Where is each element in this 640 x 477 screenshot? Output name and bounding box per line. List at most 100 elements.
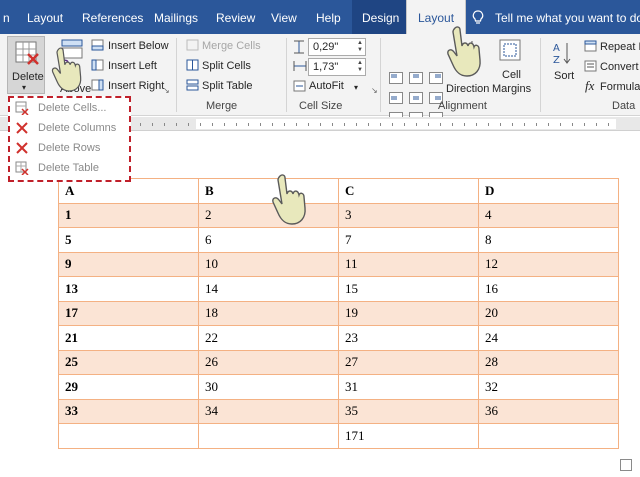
- table-cell[interactable]: 20: [478, 300, 619, 326]
- table-cell[interactable]: 6: [198, 227, 339, 253]
- tab-home-edge[interactable]: n: [3, 0, 10, 34]
- table-cell[interactable]: 28: [478, 349, 619, 375]
- row-height-input[interactable]: 0,29" ▲ ▼: [308, 38, 366, 56]
- tab-help[interactable]: Help: [316, 0, 341, 34]
- table-cell[interactable]: 25: [58, 349, 199, 375]
- table-cell[interactable]: 16: [478, 276, 619, 302]
- insert-right-button[interactable]: Insert Right: [108, 80, 164, 92]
- table-cell[interactable]: 23: [338, 325, 479, 351]
- table-cell[interactable]: 21: [58, 325, 199, 351]
- table-cell[interactable]: 171: [338, 423, 479, 449]
- table-row[interactable]: 29 30 31 32: [58, 374, 619, 400]
- table-cell[interactable]: 31: [338, 374, 479, 400]
- table-cell[interactable]: 13: [58, 276, 199, 302]
- table-cell[interactable]: [58, 423, 199, 449]
- spin-up-icon[interactable]: ▲: [357, 40, 363, 47]
- delete-button[interactable]: Delete ▾: [7, 36, 45, 94]
- insert-left-button[interactable]: Insert Left: [108, 60, 157, 72]
- tab-table-design[interactable]: Design: [352, 0, 410, 34]
- table-cell[interactable]: 24: [478, 325, 619, 351]
- table-cell[interactable]: [478, 423, 619, 449]
- ruler-tick: [212, 123, 213, 126]
- table-cell[interactable]: 35: [338, 398, 479, 424]
- table-row[interactable]: 13 14 15 16: [58, 276, 619, 302]
- insert-below-button[interactable]: Insert Below: [108, 40, 169, 52]
- table-row[interactable]: 25 26 27 28: [58, 349, 619, 375]
- table-cell[interactable]: 22: [198, 325, 339, 351]
- svg-text:Z: Z: [553, 55, 560, 66]
- tab-mailings[interactable]: Mailings: [154, 0, 198, 34]
- table-cell[interactable]: 11: [338, 251, 479, 277]
- table-resize-handle[interactable]: [620, 459, 632, 471]
- table-cell[interactable]: 10: [198, 251, 339, 277]
- align-cell-icon[interactable]: [429, 72, 443, 84]
- tell-me-search[interactable]: Tell me what you want to do: [495, 0, 640, 34]
- column-width-input[interactable]: 1,73" ▲ ▼: [308, 58, 366, 76]
- table-cell[interactable]: 19: [338, 300, 479, 326]
- merge-cells-button[interactable]: Merge Cells: [202, 40, 261, 52]
- table-cell[interactable]: [198, 423, 339, 449]
- autofit-button[interactable]: AutoFit: [309, 80, 344, 92]
- table-row[interactable]: 17 18 19 20: [58, 300, 619, 326]
- delete-rows-icon: [16, 142, 28, 154]
- cell-margins-icon[interactable]: [498, 38, 522, 62]
- repeat-header-button[interactable]: Repeat H: [600, 41, 640, 53]
- table-row[interactable]: 33 34 35 36: [58, 398, 619, 424]
- table-cell[interactable]: 5: [58, 227, 199, 253]
- document-table[interactable]: A B C D 1 2 3 4 5 6 7 8 9 10 11 12 13 14 15 16 17 18 19 20 21 22 2…: [58, 178, 619, 449]
- table-cell[interactable]: 29: [58, 374, 199, 400]
- table-cell[interactable]: 36: [478, 398, 619, 424]
- table-cell[interactable]: 14: [198, 276, 339, 302]
- align-cell-icon[interactable]: [389, 92, 403, 104]
- table-cell[interactable]: 30: [198, 374, 339, 400]
- table-cell[interactable]: 9: [58, 251, 199, 277]
- spin-up-icon[interactable]: ▲: [357, 60, 363, 67]
- table-cell[interactable]: C: [338, 178, 479, 204]
- table-cell[interactable]: 34: [198, 398, 339, 424]
- tab-view[interactable]: View: [271, 0, 297, 34]
- table-cell[interactable]: 3: [338, 202, 479, 228]
- alignment-group-label: Alignment: [438, 100, 487, 112]
- table-cell[interactable]: 17: [58, 300, 199, 326]
- formula-button[interactable]: Formula: [600, 81, 640, 93]
- table-row[interactable]: 21 22 23 24: [58, 325, 619, 351]
- spin-down-icon[interactable]: ▼: [357, 67, 363, 74]
- table-row[interactable]: 1234: [58, 202, 619, 228]
- table-cell[interactable]: A: [58, 178, 199, 204]
- delete-cells-menu-item[interactable]: Delete Cells...: [12, 99, 129, 119]
- table-cell[interactable]: 18: [198, 300, 339, 326]
- table-cell[interactable]: D: [478, 178, 619, 204]
- table-cell[interactable]: 15: [338, 276, 479, 302]
- table-cell[interactable]: 4: [478, 202, 619, 228]
- align-cell-icon[interactable]: [409, 92, 423, 104]
- table-row[interactable]: 5678: [58, 227, 619, 253]
- table-cell[interactable]: 1: [58, 202, 199, 228]
- convert-button[interactable]: Convert: [600, 61, 639, 73]
- table-row[interactable]: 9 10 11 12: [58, 251, 619, 277]
- delete-rows-menu-item[interactable]: Delete Rows: [12, 139, 129, 159]
- dialog-launcher-icon[interactable]: ↘: [371, 86, 378, 95]
- tab-layout[interactable]: Layout: [27, 0, 63, 34]
- delete-table-menu-item[interactable]: Delete Table: [12, 159, 129, 179]
- delete-columns-menu-item[interactable]: Delete Columns: [12, 119, 129, 139]
- table-cell[interactable]: 32: [478, 374, 619, 400]
- tab-references[interactable]: References: [82, 0, 143, 34]
- align-cell-icon[interactable]: [389, 72, 403, 84]
- table-cell[interactable]: 12: [478, 251, 619, 277]
- align-cell-icon[interactable]: [409, 72, 423, 84]
- table-row[interactable]: 171: [58, 423, 619, 449]
- spin-down-icon[interactable]: ▼: [357, 47, 363, 54]
- table-cell[interactable]: 8: [478, 227, 619, 253]
- split-table-button[interactable]: Split Table: [202, 80, 253, 92]
- table-cell[interactable]: 33: [58, 398, 199, 424]
- sort-icon[interactable]: AZ: [552, 40, 572, 66]
- column-width-icon: [293, 61, 307, 71]
- table-header-row[interactable]: ABCD: [58, 178, 619, 204]
- table-cell[interactable]: 27: [338, 349, 479, 375]
- split-cells-button[interactable]: Split Cells: [202, 60, 251, 72]
- table-cell[interactable]: 7: [338, 227, 479, 253]
- dialog-launcher-icon[interactable]: ↘: [163, 86, 170, 95]
- chevron-down-icon: ▾: [354, 83, 359, 92]
- tab-review[interactable]: Review: [216, 0, 255, 34]
- table-cell[interactable]: 26: [198, 349, 339, 375]
